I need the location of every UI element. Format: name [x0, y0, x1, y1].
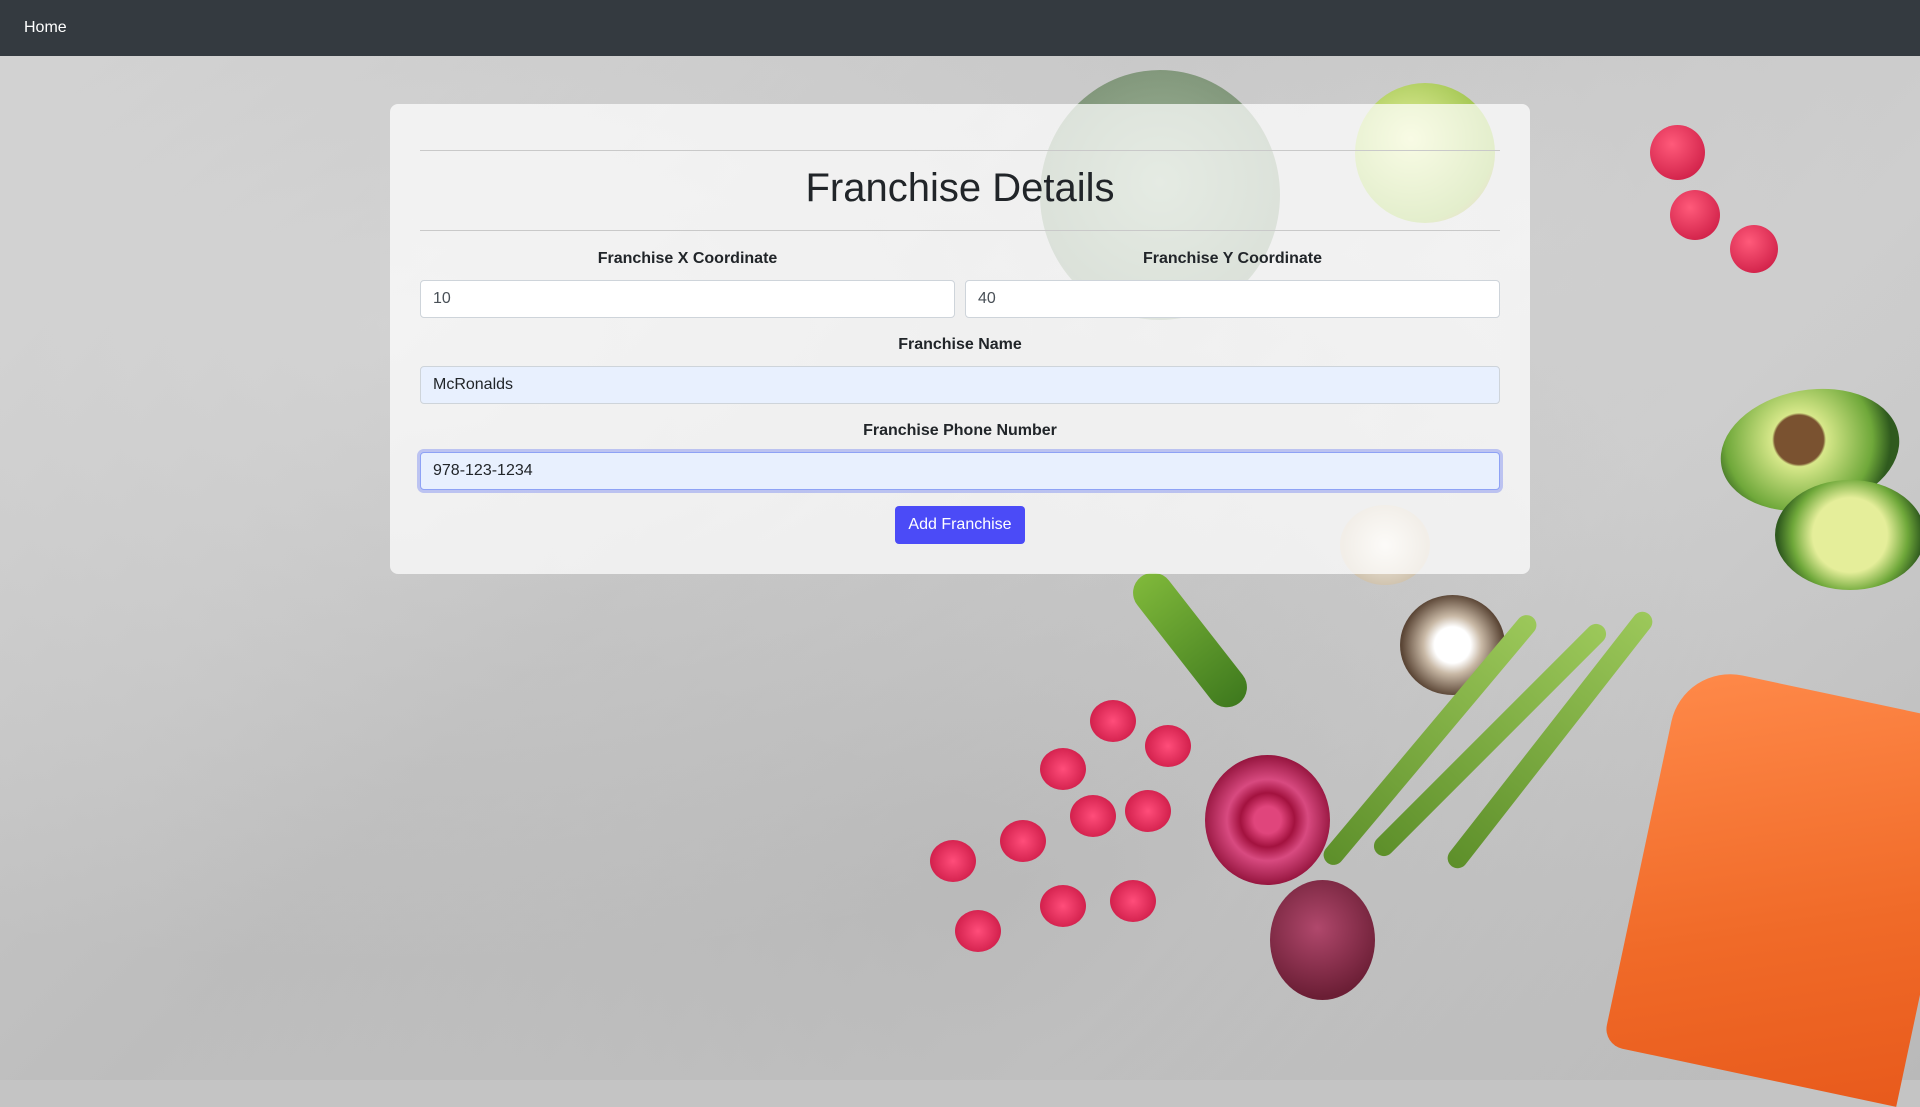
- y-coordinate-label: Franchise Y Coordinate: [1142, 250, 1322, 267]
- add-franchise-button[interactable]: Add Franchise: [895, 506, 1025, 544]
- divider-top: [420, 150, 1500, 151]
- y-coordinate-input[interactable]: 40: [965, 280, 1500, 318]
- x-coordinate-label: Franchise X Coordinate: [597, 250, 778, 267]
- x-coordinate-input[interactable]: 10: [420, 280, 955, 318]
- phone-number-input[interactable]: 978-123-1234: [420, 452, 1500, 490]
- divider-below-title: [420, 230, 1500, 231]
- phone-number-label: Franchise Phone Number: [863, 422, 1057, 439]
- franchise-name-input[interactable]: McRonalds: [420, 366, 1500, 404]
- franchise-name-label: Franchise Name: [898, 336, 1022, 353]
- franchise-form-panel: Franchise Details Franchise X Coordinate…: [390, 104, 1530, 574]
- home-link[interactable]: Home: [24, 19, 67, 37]
- top-navbar: Home: [0, 0, 1920, 56]
- page-title: Franchise Details: [805, 166, 1115, 210]
